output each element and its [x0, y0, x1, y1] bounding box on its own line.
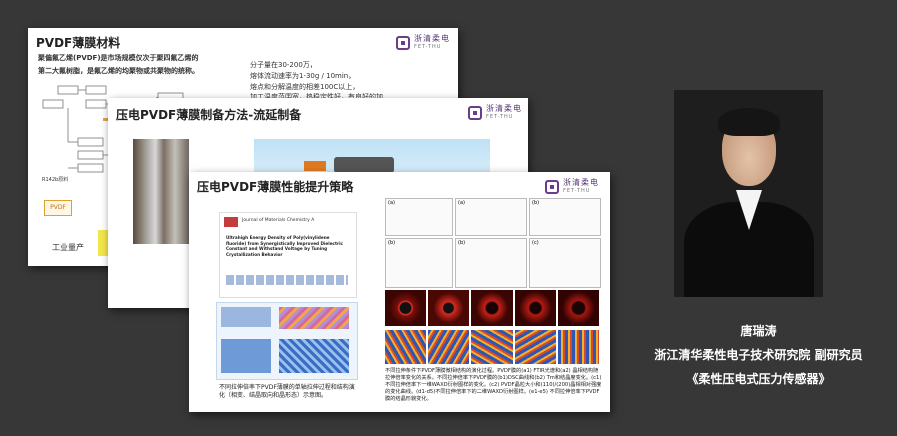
crystal-phase-plot: (a)	[455, 198, 527, 236]
logo-cn: 浙清柔电	[486, 104, 522, 113]
flow-label-mass-production: 工业量产	[52, 243, 84, 252]
flow-label-pvdf: PVDF	[50, 204, 66, 211]
schematic-blocks-top	[221, 307, 271, 327]
left-figure-caption: 不同拉伸倍率下PVDF薄膜的单轴拉伸过程和结构演化（相变、结晶取向和晶形态）示意…	[219, 384, 355, 399]
logo-icon	[396, 36, 410, 50]
talk-topic: 《柔性压电式压力传感器》	[686, 372, 831, 386]
grain-size-plot: (c)	[529, 238, 601, 288]
company-logo: 浙清柔电 FET-THU	[545, 178, 599, 196]
company-logo: 浙清柔电 FET-THU	[468, 104, 522, 122]
waxd-pattern-4	[514, 290, 556, 326]
characterization-figure: (a) (a) (b) (b) (b) (c)	[383, 196, 603, 364]
right-figure-caption: 不同拉伸条件下PVDF薄膜微相结构的演化过程。PVDF膜的(a1) FTIR光谱…	[385, 368, 602, 402]
waxd-pattern-row	[385, 290, 600, 326]
morphology-image-1	[385, 330, 427, 364]
casting-head-icon	[304, 161, 326, 171]
waxd-pattern-5	[557, 290, 600, 326]
slide-performance-strategy: 压电PVDF薄膜性能提升策略 浙清柔电 FET-THU Journal of Ma…	[189, 172, 610, 412]
slide-title: PVDF薄膜材料	[36, 36, 121, 50]
logo-icon	[545, 180, 559, 194]
paper-thumbnail: Journal of Materials Chemistry A Ultrahi…	[219, 212, 357, 298]
intro-line2: 第二大氟树脂，是氟乙烯的均聚物或共聚物的统称。	[38, 67, 199, 75]
tm-crystallinity-plot: (b)	[385, 238, 453, 288]
prop-2: 熔体流动速率为1-30g / 10min，	[250, 72, 356, 80]
speaker-affiliation: 浙江清华柔性电子技术研究院 副研究员	[654, 348, 863, 362]
schematic-blocks-bottom	[221, 339, 271, 373]
logo-cn: 浙清柔电	[563, 178, 599, 187]
logo-icon	[468, 106, 482, 120]
company-logo: 浙清柔电 FET-THU	[396, 34, 450, 52]
schematic-crystals-bottom	[279, 339, 349, 373]
speaker-portrait	[674, 90, 823, 297]
flow-pvdf-box: PVDF	[44, 200, 72, 216]
journal-cover-icon	[224, 217, 238, 227]
intro-line1: 聚偏氟乙烯(PVDF)是市场规模仅次于聚四氟乙烯的	[38, 54, 199, 62]
paper-journal: Journal of Materials Chemistry A	[242, 218, 315, 223]
slide-title: 压电PVDF薄膜性能提升策略	[197, 180, 354, 194]
waxd-pattern-3	[471, 290, 513, 326]
morphology-image-5	[557, 330, 600, 364]
waxd-1d-plot: (b)	[455, 238, 527, 288]
waxd-pattern-1	[385, 290, 427, 326]
morphology-image-4	[514, 330, 556, 364]
waxd-pattern-2	[428, 290, 470, 326]
morphology-image-2	[428, 330, 470, 364]
casting-machine-photo	[133, 139, 189, 244]
portrait-hair	[718, 108, 780, 136]
casting-equipment-icon	[334, 157, 394, 173]
prop-3: 熔点和分解温度的相差100C以上，	[250, 83, 360, 91]
schematic-crystals-top	[279, 307, 349, 329]
ftir-spectrum-plot: (a)	[385, 198, 453, 236]
paper-authors	[226, 275, 348, 285]
morphology-image-3	[471, 330, 513, 364]
prop-1: 分子量在30-200万，	[250, 61, 317, 69]
speaker-name: 唐瑞涛	[740, 324, 777, 338]
morphology-row	[385, 330, 600, 364]
dsc-curve-plot: (b)	[529, 198, 601, 236]
stretching-schematic	[216, 302, 358, 380]
paper-title: Ultrahigh Energy Density of Poly(vinylid…	[226, 235, 343, 257]
logo-en: FET-THU	[563, 188, 591, 194]
slide-title: 压电PVDF薄膜制备方法-流延制备	[116, 108, 302, 122]
flow-label-r142b: R142b原料	[42, 177, 69, 183]
logo-cn: 浙清柔电	[414, 34, 450, 43]
logo-en: FET-THU	[486, 114, 514, 120]
logo-en: FET-THU	[414, 44, 442, 50]
